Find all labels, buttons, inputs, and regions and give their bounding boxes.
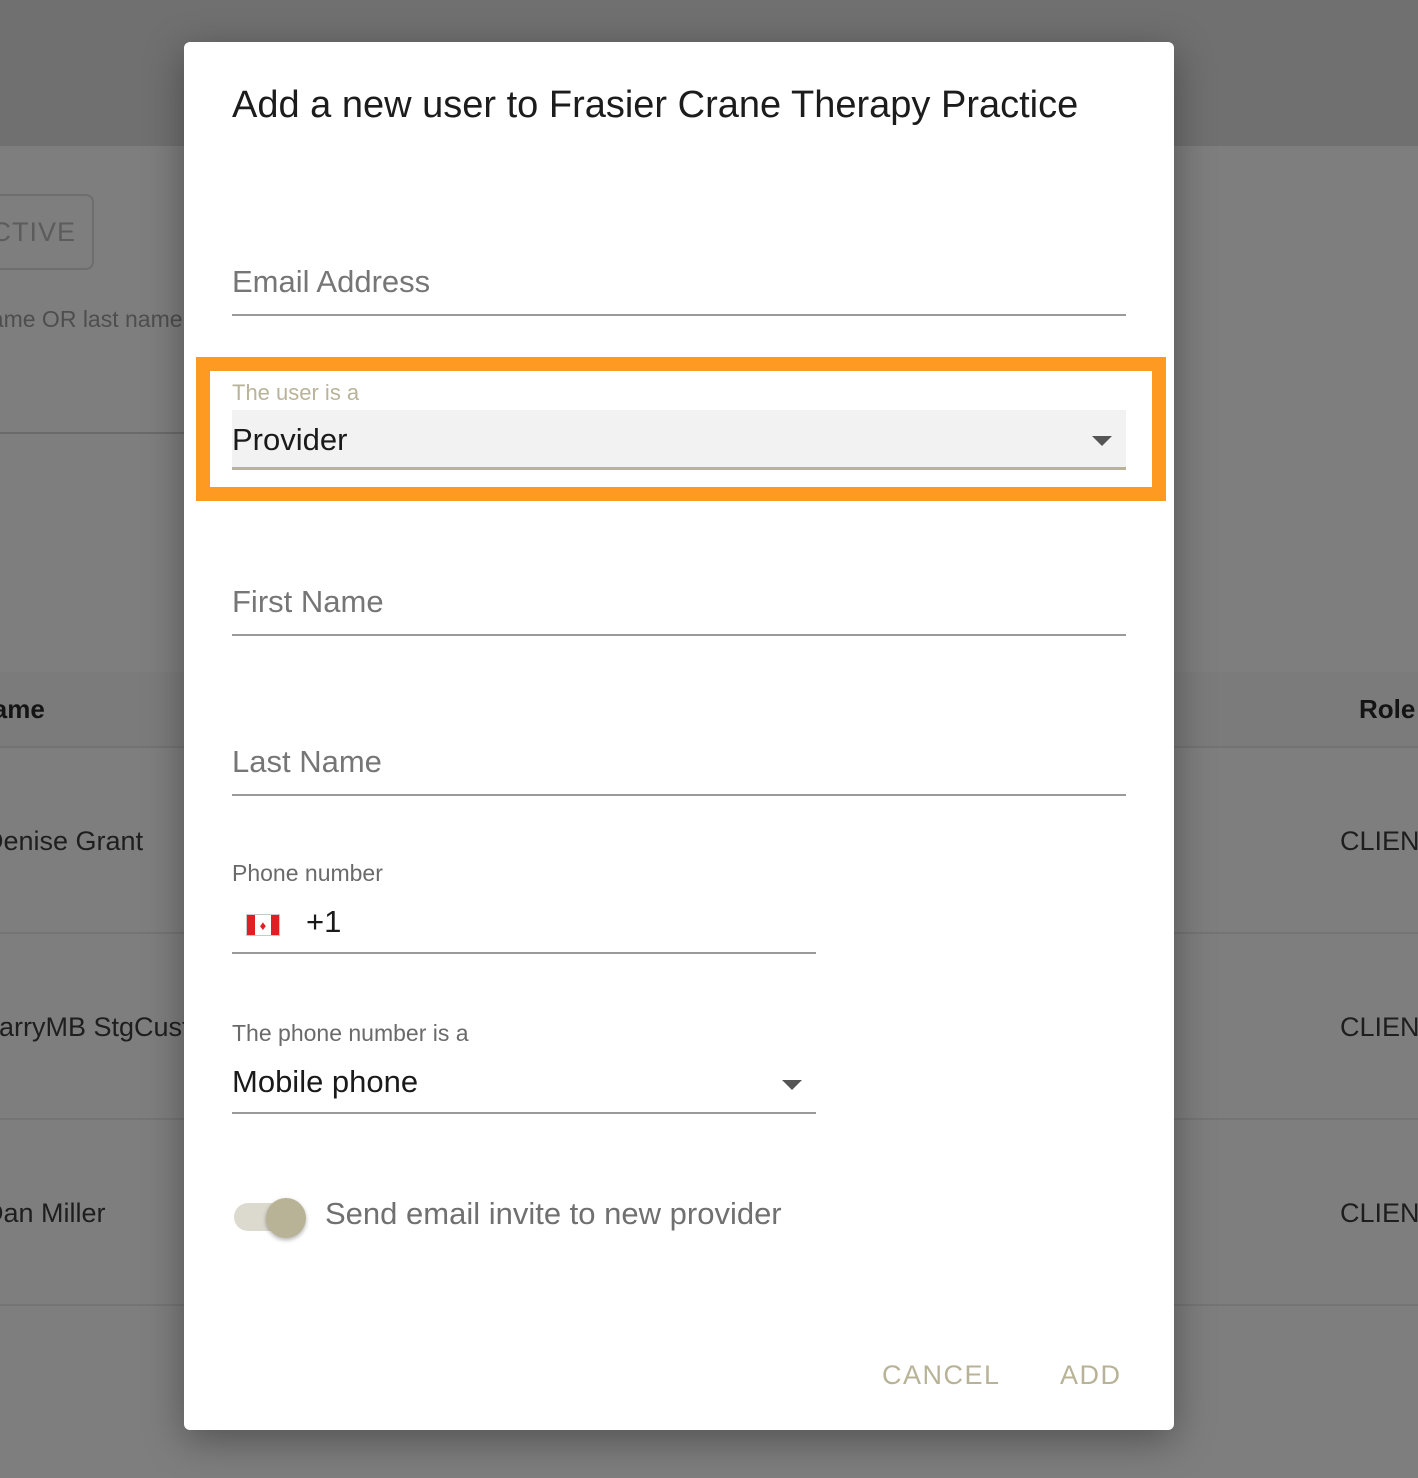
phone-label: Phone number xyxy=(232,860,383,886)
cancel-button[interactable]: CANCEL xyxy=(882,1360,1001,1391)
last-name-field[interactable]: Last Name xyxy=(232,734,1126,796)
user-type-value: Provider xyxy=(232,422,348,457)
email-field[interactable]: Email Address xyxy=(232,254,1126,316)
row-name: Denise Grant xyxy=(0,826,144,856)
send-invite-label: Send email invite to new provider xyxy=(325,1196,782,1231)
row-name: LarryMB StgCust xyxy=(0,1012,190,1042)
column-header-name: Name xyxy=(0,694,45,724)
first-name-field[interactable]: First Name xyxy=(232,574,1126,636)
send-invite-toggle[interactable] xyxy=(234,1198,306,1238)
add-button[interactable]: ADD xyxy=(1060,1360,1122,1391)
phone-type-label: The phone number is a xyxy=(232,1020,469,1046)
dropdown-arrow-icon xyxy=(1092,436,1112,446)
country-code: +1 xyxy=(306,904,342,939)
user-type-select[interactable]: Provider xyxy=(232,410,1126,470)
row-name: Dan Miller xyxy=(0,1198,106,1228)
user-type-label: The user is a xyxy=(232,380,360,405)
active-filter-button: ACTIVE xyxy=(0,194,94,270)
column-header-role: Role xyxy=(1359,694,1416,724)
canada-flag-icon[interactable]: ♦ xyxy=(246,914,280,936)
dropdown-arrow-icon xyxy=(782,1080,802,1090)
search-hint: name OR last name xyxy=(0,306,183,332)
dialog-title: Add a new user to Frasier Crane Therapy … xyxy=(232,84,1079,126)
search-underline xyxy=(0,432,186,434)
phone-type-value: Mobile phone xyxy=(232,1064,419,1099)
row-role: CLIENT xyxy=(1340,826,1418,856)
phone-type-select[interactable]: Mobile phone xyxy=(232,1052,816,1114)
active-filter-label: ACTIVE xyxy=(0,216,76,247)
last-name-placeholder: Last Name xyxy=(232,744,382,779)
row-role: CLIENT xyxy=(1340,1012,1418,1042)
phone-input[interactable]: ♦ +1 xyxy=(232,894,816,954)
toggle-thumb xyxy=(266,1198,306,1238)
add-user-dialog: Add a new user to Frasier Crane Therapy … xyxy=(184,42,1174,1430)
email-placeholder: Email Address xyxy=(232,264,431,299)
row-role: CLIENT xyxy=(1340,1198,1418,1228)
first-name-placeholder: First Name xyxy=(232,584,384,619)
